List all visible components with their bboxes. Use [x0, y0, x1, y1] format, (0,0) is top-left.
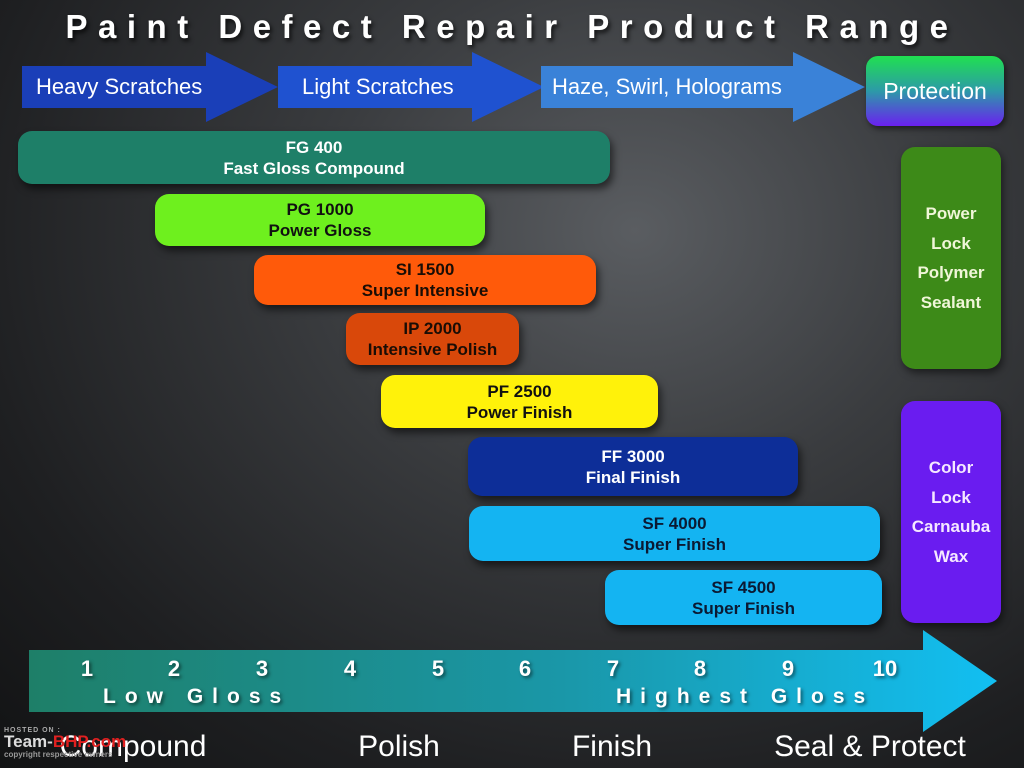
gloss-tick: 10 — [872, 656, 898, 681]
gloss-tick: 3 — [255, 656, 269, 681]
product-code: PF 2500 — [487, 381, 552, 401]
side-line: Polymer — [917, 263, 985, 282]
stage-finish: Finish — [571, 730, 653, 763]
watermark-brand: Team-BHP.com — [4, 732, 127, 751]
product-sf-4500: SF 4500 Super Finish — [605, 570, 882, 625]
watermark-brand-a: Team- — [4, 732, 53, 751]
product-pg-1000: PG 1000 Power Gloss — [155, 194, 485, 246]
product-name: Super Finish — [623, 534, 726, 554]
gloss-tick: 8 — [693, 656, 707, 681]
product-code: PG 1000 — [286, 200, 354, 219]
stage-label: Heavy Scratches — [36, 74, 203, 99]
side-line: Lock — [931, 487, 971, 507]
gloss-scale: 1 2 3 4 5 6 7 8 9 10 Low Gloss Highest G… — [29, 630, 997, 732]
product-code: SF 4000 — [642, 513, 707, 533]
stage-arrow-haze-swirl-holograms: Haze, Swirl, Holograms — [541, 52, 865, 122]
page-title: Paint Defect Repair Product Range — [65, 8, 959, 45]
product-name: Super Finish — [692, 598, 795, 618]
product-code: IP 2000 — [403, 319, 462, 338]
highest-gloss-label: Highest Gloss — [616, 685, 875, 708]
product-name: Intensive Polish — [367, 340, 498, 359]
gloss-tick: 5 — [431, 656, 445, 681]
gloss-tick: 7 — [606, 656, 620, 681]
gloss-tick: 1 — [80, 656, 94, 681]
product-pf-2500: PF 2500 Power Finish — [381, 375, 658, 428]
stage-label: Haze, Swirl, Holograms — [552, 74, 782, 99]
stage-polish: Polish — [358, 730, 440, 763]
gloss-tick: 2 — [167, 656, 181, 681]
gloss-tick: 4 — [343, 656, 357, 681]
side-line: Power — [925, 204, 977, 223]
product-ff-3000: FF 3000 Final Finish — [468, 437, 798, 496]
stage-arrow-light-scratches: Light Scratches — [278, 52, 544, 122]
product-fg-400: FG 400 Fast Gloss Compound — [18, 131, 610, 184]
product-code: SI 1500 — [395, 260, 455, 279]
side-line: Lock — [931, 233, 971, 253]
product-name: Power Gloss — [268, 221, 372, 240]
gloss-tick: 9 — [781, 656, 795, 681]
side-line: Wax — [933, 546, 969, 566]
product-code: FF 3000 — [601, 446, 665, 466]
stage-arrow-heavy-scratches: Heavy Scratches — [22, 52, 278, 122]
side-line: Sealant — [920, 292, 982, 312]
product-name: Fast Gloss Compound — [223, 158, 405, 178]
product-color-lock-carnauba-wax: Color Lock Carnauba Wax — [901, 401, 1001, 623]
product-name: Super Intensive — [361, 281, 489, 300]
product-power-lock-polymer-sealant: Power Lock Polymer Sealant — [901, 147, 1001, 369]
product-name: Final Finish — [585, 467, 681, 487]
protection-header: Protection — [866, 56, 1004, 126]
side-line: Color — [928, 458, 974, 477]
watermark-brand-b: BHP.com — [52, 732, 127, 751]
low-gloss-label: Low Gloss — [103, 685, 291, 708]
product-ip-2000: IP 2000 Intensive Polish — [346, 313, 519, 365]
product-code: SF 4500 — [711, 577, 776, 597]
gloss-tick: 6 — [518, 656, 532, 681]
watermark: HOSTED ON : Team-BHP.com copyright respe… — [4, 727, 126, 759]
stage-seal-protect: Seal & Protect — [774, 730, 966, 763]
product-name: Power Finish — [466, 402, 573, 422]
side-line: Carnauba — [911, 517, 991, 536]
product-code: FG 400 — [285, 137, 343, 157]
product-sf-4000: SF 4000 Super Finish — [469, 506, 880, 561]
watermark-copyright: copyright respective owners — [4, 750, 113, 759]
product-si-1500: SI 1500 Super Intensive — [254, 255, 596, 305]
stage-label: Light Scratches — [302, 74, 454, 99]
